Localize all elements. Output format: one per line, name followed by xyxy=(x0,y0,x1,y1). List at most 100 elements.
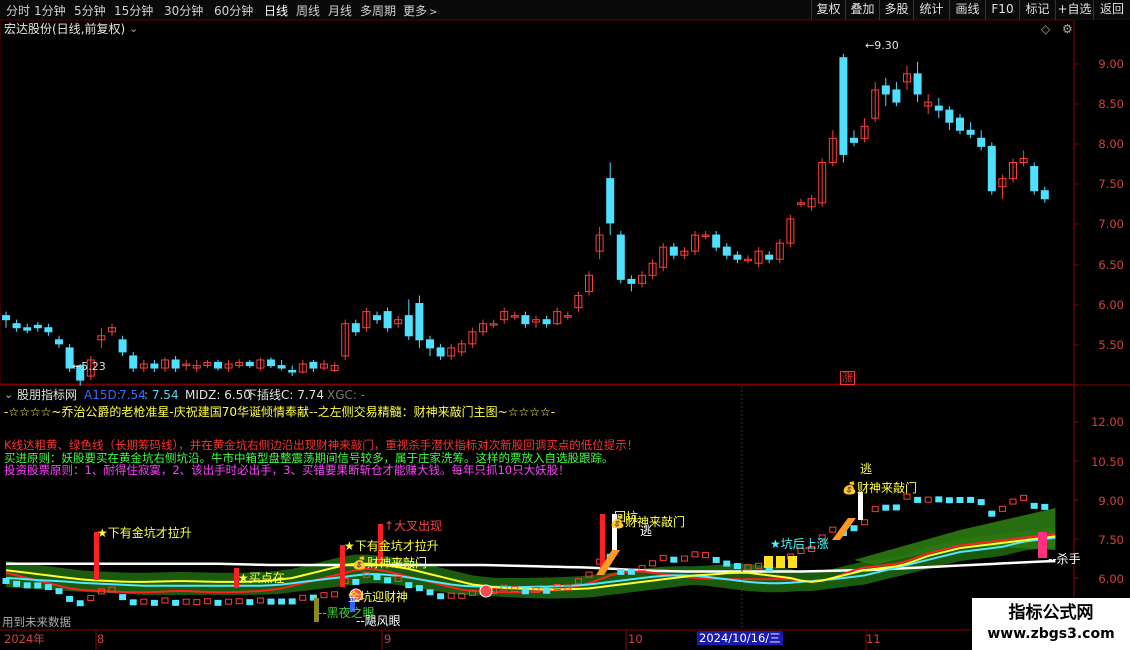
low-value: 5.23 xyxy=(81,360,106,373)
mini-candle xyxy=(66,595,74,602)
stock-title: 宏达股份(日线,前复权) xyxy=(4,22,126,36)
mini-candle xyxy=(988,510,996,517)
tab-daily[interactable]: 日线 xyxy=(264,2,288,19)
draw-line-button[interactable]: 画线 xyxy=(949,0,985,20)
candle-down xyxy=(712,234,721,248)
candle-down xyxy=(55,339,63,345)
readout-a15d-label: A15D: xyxy=(84,388,121,402)
back-button[interactable]: 返回 xyxy=(1093,0,1130,20)
mini-candle xyxy=(691,551,699,558)
candle-down xyxy=(987,145,996,192)
ind-tick-6: 6.00 xyxy=(1098,572,1124,586)
price-tick-5.50: 5.50 xyxy=(1098,338,1124,352)
overlay-button[interactable]: 叠加 xyxy=(845,0,879,20)
readout-xiachaxian: 下插线C: 7.74 xyxy=(245,388,324,402)
mini-candle xyxy=(235,598,243,605)
mini-candle xyxy=(924,496,932,503)
candle-down xyxy=(934,105,943,111)
tab-more-label: 更多 xyxy=(403,4,428,18)
main-panel-frame xyxy=(0,20,1075,385)
tab-5min[interactable]: 5分钟 xyxy=(74,2,106,19)
yellow-block xyxy=(788,556,797,568)
price-tick-9.00: 9.00 xyxy=(1098,57,1124,71)
mini-candle xyxy=(278,598,286,605)
mini-candle xyxy=(320,592,328,599)
signal-label-14: 💰财神来敲门 xyxy=(842,481,917,495)
mini-candle xyxy=(882,504,890,511)
price-tick-8.00: 8.00 xyxy=(1098,137,1124,151)
chart-canvas[interactable] xyxy=(0,20,1130,650)
tab-monthly[interactable]: 月线 xyxy=(328,2,352,19)
orange-ramp xyxy=(596,550,620,575)
tab-30min[interactable]: 30分钟 xyxy=(164,2,203,19)
mini-candle xyxy=(182,598,190,605)
chevron-down-icon[interactable]: ⌄ xyxy=(129,22,138,36)
candle-down xyxy=(733,254,742,260)
mini-candle xyxy=(225,598,233,605)
mini-candle xyxy=(352,578,360,585)
diamond-icon[interactable]: ◇ xyxy=(1041,22,1050,36)
f10-button[interactable]: F10 xyxy=(985,0,1019,20)
tab-fenshi[interactable]: 分时 xyxy=(6,2,30,19)
signal-bar-9 xyxy=(1038,532,1047,558)
candle-down xyxy=(373,315,381,321)
mini-candle xyxy=(426,589,434,596)
tab-weekly[interactable]: 周线 xyxy=(296,2,320,19)
price-tick-6.50: 6.50 xyxy=(1098,258,1124,272)
candle-down xyxy=(277,365,286,369)
mini-candle xyxy=(702,552,710,559)
multi-stock-button[interactable]: 多股 xyxy=(879,0,913,20)
candle-down xyxy=(977,137,986,147)
mini-candle xyxy=(1030,502,1038,509)
candle-down xyxy=(881,85,890,95)
candle-down xyxy=(1030,166,1039,192)
stats-button[interactable]: 统计 xyxy=(913,0,949,20)
mini-candle xyxy=(723,560,731,567)
mini-candle xyxy=(1009,498,1017,505)
mini-candle xyxy=(670,556,678,563)
watermark-logo: 指标公式网 www.zbgs3.com xyxy=(972,598,1130,650)
signal-label-6: 金坑迎财神 xyxy=(348,590,409,604)
tab-15min[interactable]: 15分钟 xyxy=(114,2,153,19)
readout-a15d-value: 7.54 xyxy=(119,388,146,402)
mini-candle xyxy=(256,597,264,604)
candle-down xyxy=(426,339,434,349)
signal-label-4: ↑大叉出现 xyxy=(384,519,443,533)
mini-candle xyxy=(2,578,10,585)
gear-icon[interactable]: ⚙ xyxy=(1062,22,1073,36)
signal-label-4-text: 大叉出现 xyxy=(394,519,443,533)
mini-candle xyxy=(437,593,445,600)
mini-candle xyxy=(871,506,879,513)
signal-label-1: ★下有金坑才拉升 xyxy=(97,526,192,540)
signal-label-14-text: 财神来敲门 xyxy=(856,481,917,495)
mini-candle xyxy=(384,577,392,584)
candle-down xyxy=(606,178,615,224)
candle-down xyxy=(351,323,360,333)
signal-label-12: ★坑后上涨 xyxy=(770,537,829,551)
chevron-right-icon: > xyxy=(429,7,438,18)
mini-candle xyxy=(447,592,455,599)
candle-down xyxy=(288,369,297,373)
fuquan-button[interactable]: 复权 xyxy=(811,0,845,20)
candle-down xyxy=(404,315,413,337)
candle-down xyxy=(765,254,774,260)
yellow-block xyxy=(776,556,785,568)
panel-toggle-icon[interactable]: ⌄ xyxy=(4,388,13,402)
mark-button[interactable]: 标记 xyxy=(1019,0,1055,20)
mini-candle xyxy=(267,598,275,605)
add-watchlist-button[interactable]: +自选 xyxy=(1055,0,1093,20)
mini-candle xyxy=(712,556,720,563)
future-data-note: 用到未来数据 xyxy=(2,615,71,629)
mini-candle xyxy=(172,599,180,606)
date-cursor-label: 2024/10/16/三 xyxy=(697,631,783,645)
tab-60min[interactable]: 60分钟 xyxy=(214,2,253,19)
candle-down xyxy=(542,319,551,325)
mini-candle xyxy=(140,598,148,605)
red-ball-2 xyxy=(479,584,493,598)
tab-multi-period[interactable]: 多周期 xyxy=(360,2,396,19)
tab-1min[interactable]: 1分钟 xyxy=(34,2,66,19)
mini-candle xyxy=(1041,503,1049,510)
tab-more[interactable]: 更多 > xyxy=(403,2,437,19)
mini-candle xyxy=(34,582,42,589)
desc-red: K线达粗黄、绿色线（长期筹码线），并在黄金坑右侧边沿出现财神来敲门，重视杀手潜伏… xyxy=(4,438,639,452)
